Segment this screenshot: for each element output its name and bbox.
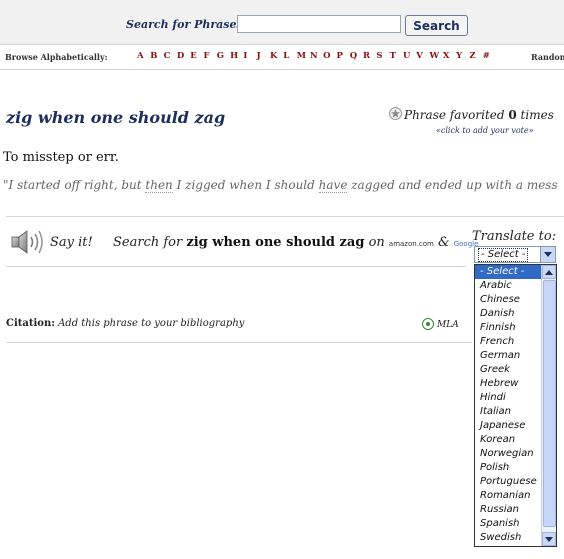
letter-link[interactable]: Y (456, 51, 469, 61)
language-option[interactable]: - Select - (475, 265, 543, 279)
chevron-down-icon[interactable] (540, 247, 555, 262)
mla-radio[interactable] (422, 318, 434, 330)
on-text: on (364, 235, 389, 250)
citation-row: Citation: Add this phrase to your biblio… (6, 318, 244, 329)
language-option[interactable]: Korean (475, 433, 543, 447)
language-option[interactable]: Hebrew (475, 377, 543, 391)
letter-link[interactable]: H (230, 51, 243, 61)
language-option[interactable]: Romanian (475, 489, 543, 503)
mla-label: MLA (437, 320, 459, 330)
language-option[interactable]: Portuguese (475, 475, 543, 489)
letter-link[interactable]: A (137, 51, 150, 61)
language-option[interactable]: Finnish (475, 321, 543, 335)
letter-link[interactable]: V (416, 51, 429, 61)
example-text: "I started off right, but (3, 178, 146, 192)
search-label: Search for Phrases: (126, 18, 247, 31)
language-option[interactable]: Polish (475, 461, 543, 475)
divider (6, 342, 472, 343)
letter-link[interactable]: B (150, 51, 163, 61)
letter-link[interactable]: E (190, 51, 203, 61)
translate-label: Translate to: (472, 229, 557, 244)
language-option[interactable]: Japanese (475, 419, 543, 433)
letter-link[interactable]: Q (350, 51, 363, 61)
search-term: zig when one should zag (186, 235, 365, 250)
browse-label: Browse Alphabetically: (5, 52, 108, 62)
letter-link[interactable]: I (243, 51, 256, 61)
favorite-count: 0 (508, 108, 517, 122)
scroll-up-icon[interactable] (542, 265, 556, 279)
letter-link[interactable]: G (217, 51, 230, 61)
phrase-definition: To misstep or err. (3, 150, 119, 165)
search-button[interactable]: Search (405, 15, 468, 36)
favorite-prefix: Phrase favorited (404, 108, 509, 122)
letter-link[interactable]: W (430, 51, 443, 61)
phrase-example: "I started off right, but then I zigged … (3, 178, 558, 193)
example-link-then[interactable]: then (145, 178, 173, 193)
scroll-thumb[interactable] (543, 280, 556, 527)
letter-link[interactable]: D (177, 51, 190, 61)
letter-link[interactable]: # (483, 51, 496, 61)
favorite-count-text: Phrase favorited 0 times (404, 108, 554, 122)
language-option[interactable]: Chinese (475, 293, 543, 307)
language-option[interactable]: Hindi (475, 391, 543, 405)
example-link-have[interactable]: have (318, 178, 348, 193)
letter-link[interactable]: T (390, 51, 403, 61)
letter-link[interactable]: Z (469, 51, 482, 61)
letter-link[interactable]: X (443, 51, 456, 61)
browse-alphabetically-bar: Browse Alphabetically: ABCDEFGHIJKLMNOPQ… (0, 45, 564, 70)
language-dropdown: - Select - Arabic Chinese Danish Finnish Fren… (474, 264, 557, 547)
amazon-logo[interactable]: amazon.com (389, 240, 434, 248)
letter-link[interactable]: S (376, 51, 389, 61)
letter-link[interactable]: K (270, 51, 283, 61)
language-select[interactable]: - Select - (474, 246, 556, 263)
search-for-prefix: Search for (113, 235, 187, 250)
say-it-link[interactable]: Say it! (50, 235, 93, 250)
letter-link[interactable]: C (164, 51, 177, 61)
example-text: I zigged when I should (172, 178, 319, 192)
letter-link[interactable]: O (323, 51, 336, 61)
language-options: - Select - Arabic Chinese Danish Finnish Fren… (475, 265, 543, 545)
language-option[interactable]: Russian (475, 503, 543, 517)
letter-link[interactable]: N (310, 51, 323, 61)
language-option[interactable]: Swedish (475, 531, 543, 545)
letter-link[interactable]: L (283, 51, 296, 61)
language-option[interactable]: Spanish (475, 517, 543, 531)
scroll-down-icon[interactable] (542, 532, 556, 546)
dropdown-scrollbar[interactable] (541, 265, 556, 546)
example-text: zagged and ended up with a mess (347, 178, 558, 192)
letter-link[interactable]: R (363, 51, 376, 61)
language-option[interactable]: Danish (475, 307, 543, 321)
letter-link[interactable]: J (257, 51, 270, 61)
random-link[interactable]: Random (531, 52, 564, 62)
favorite-star-icon[interactable] (389, 107, 402, 120)
letter-link[interactable]: U (403, 51, 416, 61)
language-select-value: - Select - (478, 248, 529, 262)
citation-label: Citation: (6, 318, 55, 329)
language-option[interactable]: Norwegian (475, 447, 543, 461)
letter-link[interactable]: P (336, 51, 349, 61)
letter-index: A B C D E F G H I J K L M N O P Q R S T U V W X Y Z # (137, 51, 496, 61)
language-option[interactable]: Italian (475, 405, 543, 419)
favorite-suffix: times (516, 108, 554, 122)
letter-link[interactable]: M (297, 51, 310, 61)
speaker-icon[interactable] (10, 228, 46, 256)
language-option[interactable]: Greek (475, 363, 543, 377)
divider (6, 216, 564, 217)
search-input[interactable] (237, 15, 401, 33)
search-for-text: Search for zig when one should zag on am… (113, 235, 478, 250)
search-bar: Search for Phrases: Search (0, 0, 564, 45)
language-option[interactable]: German (475, 349, 543, 363)
add-vote-link[interactable]: «click to add your vote» (436, 126, 534, 135)
letter-link[interactable]: F (203, 51, 216, 61)
phrase-title: zig when one should zag (6, 108, 226, 127)
ampersand: & (433, 235, 454, 250)
divider (6, 266, 466, 267)
language-option[interactable]: French (475, 335, 543, 349)
language-option[interactable]: Arabic (475, 279, 543, 293)
citation-text: Add this phrase to your bibliography (54, 318, 245, 329)
